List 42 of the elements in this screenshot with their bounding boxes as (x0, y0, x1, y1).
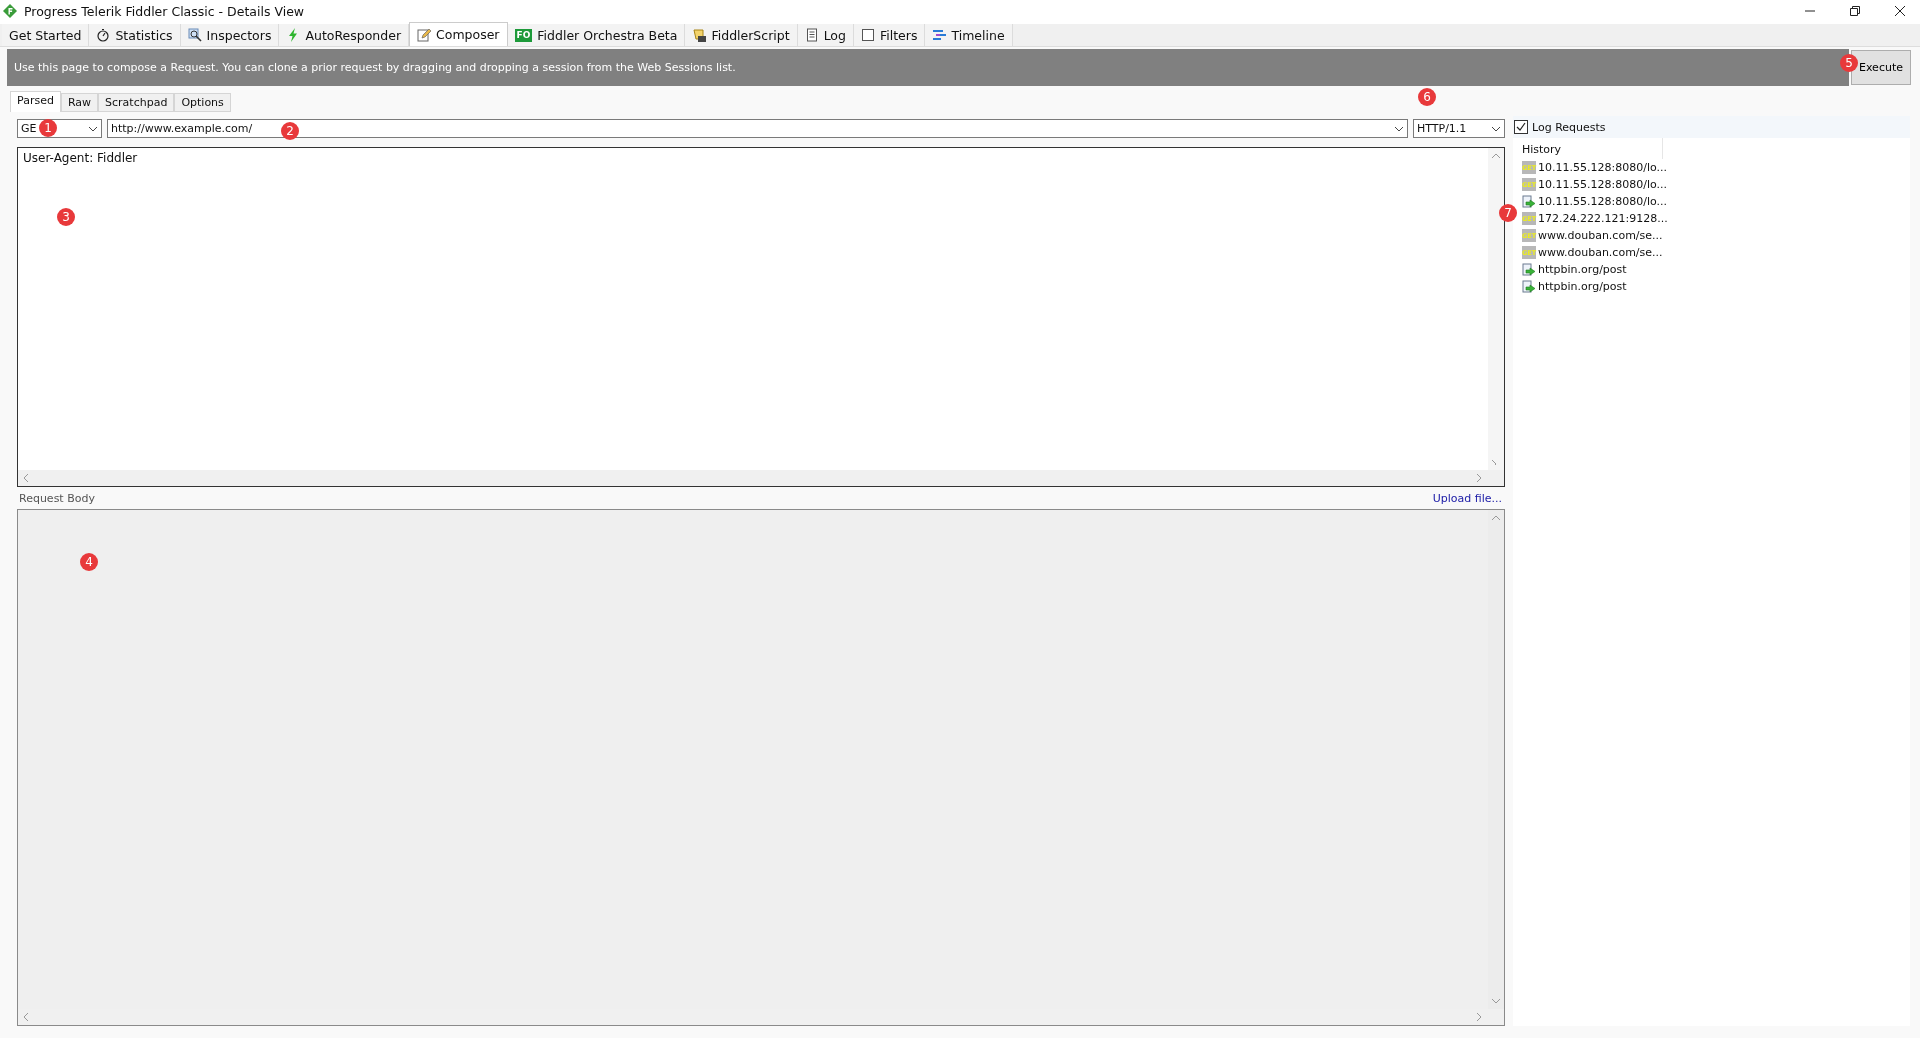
pencil-icon (417, 27, 432, 42)
window-title: Progress Telerik Fiddler Classic - Details View (24, 3, 305, 19)
script-icon (692, 28, 707, 42)
tab[interactable]: Raw (60, 93, 99, 112)
request-body-label: Request Body (18, 491, 95, 505)
chevron-down-icon[interactable] (88, 125, 98, 132)
chevron-down-icon[interactable] (1394, 125, 1404, 132)
stopwatch-icon (96, 28, 111, 42)
history-item[interactable]: httpbin.org/post (1522, 261, 1910, 278)
document-arrow-icon (1522, 194, 1536, 209)
history-column-header[interactable]: History (1522, 143, 1562, 156)
scroll-left-icon[interactable] (23, 473, 29, 483)
app-logo-icon (3, 4, 17, 18)
checkbox-icon (860, 28, 875, 42)
execute-button[interactable]: Execute (1851, 50, 1911, 85)
scroll-up-icon[interactable] (1491, 515, 1501, 521)
document-arrow-icon (1522, 279, 1536, 294)
method-dropdown[interactable]: GE 1 (17, 119, 102, 138)
upload-file-link[interactable]: Upload file... (1432, 491, 1505, 505)
tab[interactable]: Options (174, 93, 231, 112)
scroll-right-icon[interactable] (1476, 473, 1482, 483)
close-icon[interactable] (1894, 5, 1906, 17)
tab[interactable]: Parsed (10, 91, 61, 112)
number-badge: 1 (39, 119, 57, 137)
http-version-dropdown[interactable]: HTTP/1.1 (1413, 119, 1505, 138)
tab[interactable]: Composer (409, 22, 508, 46)
orchestra-icon: FO (514, 28, 533, 42)
restore-icon[interactable] (1849, 5, 1861, 17)
history-item[interactable]: 10.11.55.128:8080/lo... (1522, 193, 1910, 210)
history-item[interactable]: httpbin.org/post (1522, 278, 1910, 295)
document-icon (804, 28, 819, 42)
timeline-icon (932, 28, 947, 42)
log-requests-checkbox[interactable] (1514, 120, 1528, 134)
scroll-left-icon[interactable] (23, 1012, 29, 1022)
magnifier-icon (187, 28, 202, 42)
chevron-down-icon[interactable] (1491, 125, 1501, 132)
log-requests-label: Log Requests (1532, 120, 1606, 134)
scroll-up-icon[interactable] (1491, 153, 1501, 159)
document-arrow-icon (1522, 262, 1536, 277)
scroll-right-icon[interactable] (1476, 1012, 1482, 1022)
info-text: Use this page to compose a Request. You can clone a prior request by dragging and dropping a session from the Web Sessions list. (13, 61, 736, 74)
tab[interactable]: Scratchpad (98, 93, 175, 112)
